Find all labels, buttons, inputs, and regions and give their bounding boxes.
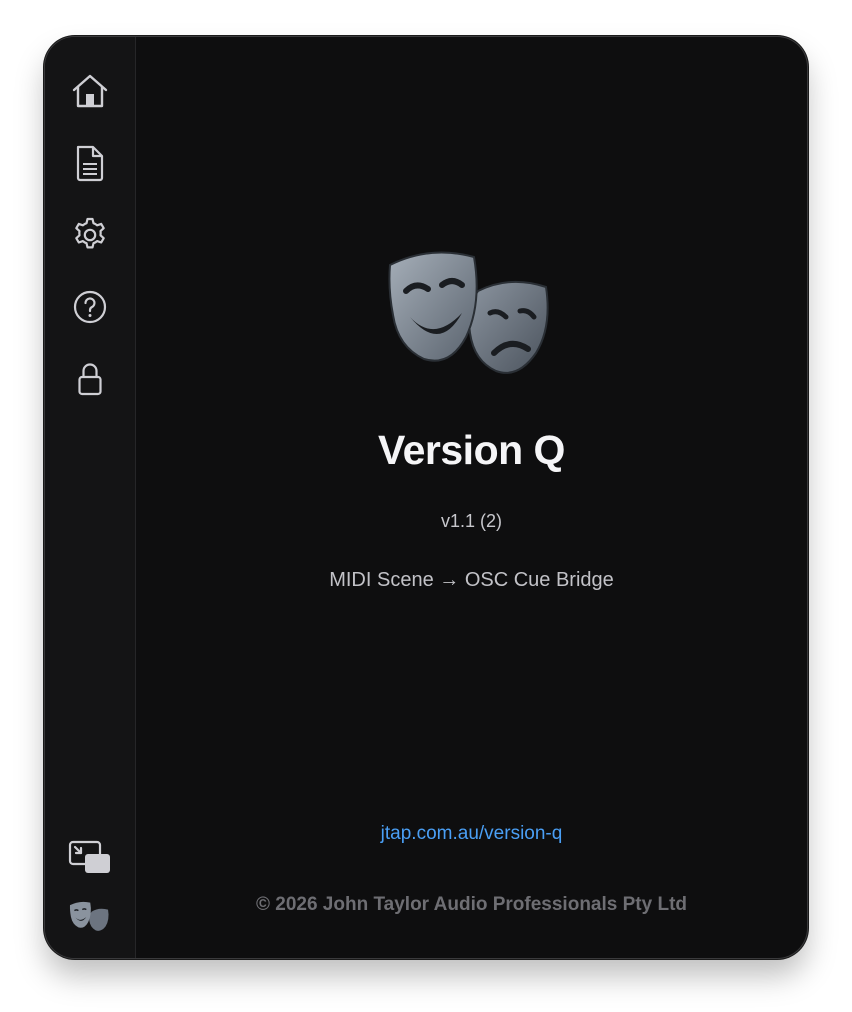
sidebar (45, 37, 136, 958)
sidebar-item-mini-window[interactable] (68, 835, 112, 879)
website-link[interactable]: jtap.com.au/version-q (136, 823, 807, 845)
theater-masks-icon (69, 901, 109, 931)
help-icon (73, 290, 107, 324)
copyright-text: © 2026 John Taylor Audio Professionals P… (255, 894, 688, 915)
home-icon (72, 74, 108, 108)
app-title: Version Q (378, 427, 565, 473)
sidebar-item-home[interactable] (68, 69, 112, 113)
sidebar-item-help[interactable] (68, 285, 112, 329)
picture-in-picture-icon (68, 840, 110, 873)
sidebar-item-settings[interactable] (68, 213, 112, 257)
lock-icon (78, 363, 102, 396)
app-window: Version Q v1.1 (2) MIDI Scene → OSC Cue … (45, 37, 807, 958)
app-tagline: MIDI Scene → OSC Cue Bridge (329, 569, 614, 591)
sidebar-item-lock[interactable] (68, 357, 112, 401)
theater-masks-icon (388, 251, 549, 374)
sidebar-item-app[interactable] (68, 895, 112, 939)
about-panel: Version Q v1.1 (2) MIDI Scene → OSC Cue … (136, 37, 807, 958)
gear-icon (75, 217, 105, 249)
sidebar-item-documents[interactable] (68, 141, 112, 185)
document-icon (76, 145, 104, 182)
version-label: v1.1 (2) (440, 511, 503, 531)
